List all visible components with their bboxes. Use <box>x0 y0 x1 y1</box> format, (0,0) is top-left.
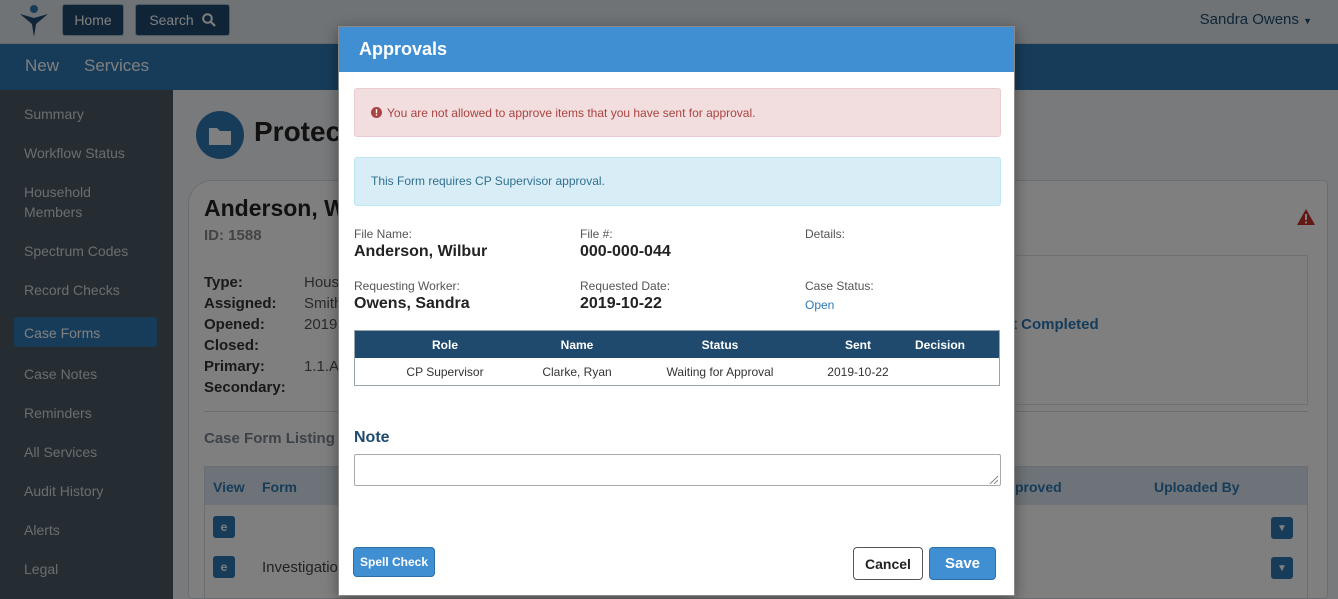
file-name-label: File Name: <box>354 227 413 241</box>
spell-check-button[interactable]: Spell Check <box>353 547 435 577</box>
column-name: Name <box>560 338 594 352</box>
save-button[interactable]: Save <box>929 547 996 580</box>
note-textarea[interactable] <box>354 454 1001 486</box>
role-cell: CP Supervisor <box>406 365 484 379</box>
approvals-modal: Approvals You are not allowed to approve… <box>338 26 1015 596</box>
sent-cell: 2019-10-22 <box>827 365 889 379</box>
requesting-worker-value: Owens, Sandra <box>354 295 470 312</box>
column-decision: Decision <box>914 338 965 352</box>
case-status-label: Case Status: <box>805 279 874 293</box>
file-number-label: File #: <box>580 227 613 241</box>
info-message: This Form requires CP Supervisor approva… <box>371 174 605 188</box>
note-label: Note <box>354 429 390 446</box>
name-cell: Clarke, Ryan <box>542 365 612 379</box>
info-alert: This Form requires CP Supervisor approva… <box>354 157 1001 206</box>
table-row: CP Supervisor Clarke, Ryan Waiting for A… <box>355 358 999 385</box>
requested-date-value: 2019-10-22 <box>580 295 662 312</box>
error-alert: You are not allowed to approve items tha… <box>354 88 1001 137</box>
approvals-table: Role Name Status Sent Decision CP Superv… <box>354 330 1000 386</box>
requesting-worker-label: Requesting Worker: <box>354 279 460 293</box>
column-role: Role <box>431 338 458 352</box>
file-number-value: 000-000-044 <box>580 243 671 260</box>
requested-date-label: Requested Date: <box>580 279 671 293</box>
column-status: Status <box>701 338 739 352</box>
column-sent: Sent <box>844 338 871 352</box>
details-label: Details: <box>805 227 846 241</box>
case-status-link[interactable]: Open <box>805 298 834 312</box>
file-name-value: Anderson, Wilbur <box>354 243 488 260</box>
status-cell: Waiting for Approval <box>666 365 774 379</box>
cancel-button[interactable]: Cancel <box>853 547 923 580</box>
modal-title: Approvals <box>339 27 1014 72</box>
exclamation-circle-icon <box>371 107 382 118</box>
error-message: You are not allowed to approve items tha… <box>387 105 756 120</box>
approvals-table-header: Role Name Status Sent Decision <box>355 331 999 358</box>
resize-grip-icon[interactable] <box>988 474 998 484</box>
